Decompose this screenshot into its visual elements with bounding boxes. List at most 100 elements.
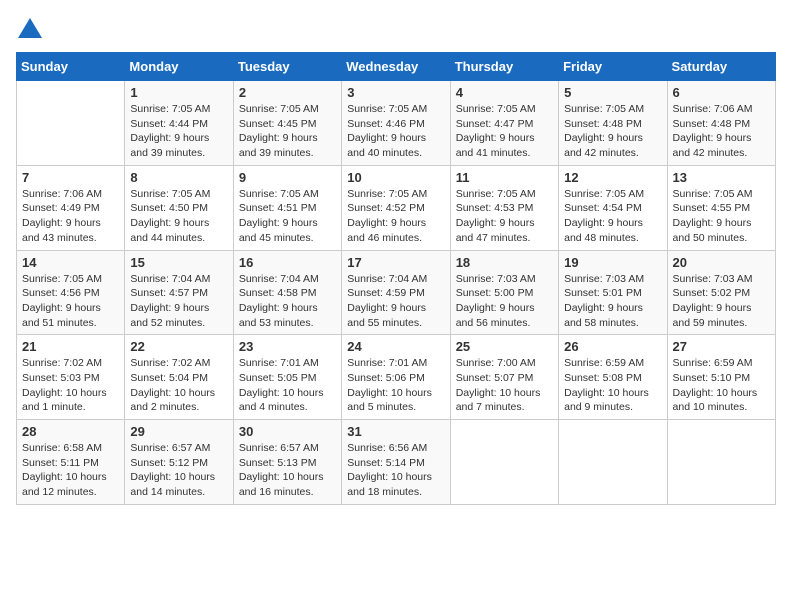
calendar-cell: 12Sunrise: 7:05 AMSunset: 4:54 PMDayligh…	[559, 165, 667, 250]
day-header-wednesday: Wednesday	[342, 53, 450, 81]
day-number: 28	[22, 424, 119, 439]
day-number: 29	[130, 424, 227, 439]
day-number: 9	[239, 170, 336, 185]
day-number: 14	[22, 255, 119, 270]
day-number: 5	[564, 85, 661, 100]
day-number: 25	[456, 339, 553, 354]
day-number: 26	[564, 339, 661, 354]
day-info: Sunrise: 7:05 AMSunset: 4:48 PMDaylight:…	[564, 102, 661, 161]
day-info: Sunrise: 7:01 AMSunset: 5:05 PMDaylight:…	[239, 356, 336, 415]
calendar-cell: 19Sunrise: 7:03 AMSunset: 5:01 PMDayligh…	[559, 250, 667, 335]
day-number: 30	[239, 424, 336, 439]
calendar-cell: 16Sunrise: 7:04 AMSunset: 4:58 PMDayligh…	[233, 250, 341, 335]
calendar-cell: 21 Sunrise: 7:02 AMSunset: 5:03 PMDayligh…	[17, 335, 125, 420]
calendar-cell: 24 Sunrise: 7:01 AMSunset: 5:06 PMDayligh…	[342, 335, 450, 420]
day-number: 31	[347, 424, 444, 439]
day-header-monday: Monday	[125, 53, 233, 81]
calendar-cell: 6 Sunrise: 7:06 AMSunset: 4:48 PMDaylight…	[667, 81, 775, 166]
calendar-cell: 14 Sunrise: 7:05 AMSunset: 4:56 PMDayligh…	[17, 250, 125, 335]
day-number: 10	[347, 170, 444, 185]
day-number: 18	[456, 255, 553, 270]
day-info: Sunrise: 7:05 AMSunset: 4:44 PMDaylight:…	[130, 102, 227, 161]
calendar-cell: 3 Sunrise: 7:05 AMSunset: 4:46 PMDaylight…	[342, 81, 450, 166]
calendar-cell: 31 Sunrise: 6:56 AMSunset: 5:14 PMDayligh…	[342, 420, 450, 505]
calendar-cell: 2Sunrise: 7:05 AMSunset: 4:45 PMDaylight…	[233, 81, 341, 166]
day-number: 3	[347, 85, 444, 100]
day-number: 7	[22, 170, 119, 185]
calendar-week-3: 14 Sunrise: 7:05 AMSunset: 4:56 PMDayligh…	[17, 250, 776, 335]
day-number: 24	[347, 339, 444, 354]
day-info: Sunrise: 6:59 AMSunset: 5:08 PMDaylight:…	[564, 356, 661, 415]
day-number: 2	[239, 85, 336, 100]
calendar-cell: 29 Sunrise: 6:57 AMSunset: 5:12 PMDayligh…	[125, 420, 233, 505]
day-info: Sunrise: 7:05 AMSunset: 4:55 PMDaylight:…	[673, 187, 770, 246]
calendar-cell: 13 Sunrise: 7:05 AMSunset: 4:55 PMDayligh…	[667, 165, 775, 250]
calendar-cell	[559, 420, 667, 505]
day-info: Sunrise: 6:58 AMSunset: 5:11 PMDaylight:…	[22, 441, 119, 500]
day-info: Sunrise: 7:04 AMSunset: 4:57 PMDaylight:…	[130, 272, 227, 331]
day-info: Sunrise: 7:06 AMSunset: 4:49 PMDaylight:…	[22, 187, 119, 246]
calendar-cell: 30 Sunrise: 6:57 AMSunset: 5:13 PMDayligh…	[233, 420, 341, 505]
calendar-body: 1 Sunrise: 7:05 AMSunset: 4:44 PMDaylight…	[17, 81, 776, 505]
calendar-cell: 8 Sunrise: 7:05 AMSunset: 4:50 PMDaylight…	[125, 165, 233, 250]
day-info: Sunrise: 7:05 AMSunset: 4:56 PMDaylight:…	[22, 272, 119, 331]
logo	[16, 16, 48, 44]
day-number: 27	[673, 339, 770, 354]
calendar-cell: 4Sunrise: 7:05 AMSunset: 4:47 PMDaylight…	[450, 81, 558, 166]
calendar-week-5: 28 Sunrise: 6:58 AMSunset: 5:11 PMDayligh…	[17, 420, 776, 505]
day-number: 1	[130, 85, 227, 100]
calendar-cell: 5 Sunrise: 7:05 AMSunset: 4:48 PMDaylight…	[559, 81, 667, 166]
day-number: 12	[564, 170, 661, 185]
day-number: 23	[239, 339, 336, 354]
calendar-cell: 7 Sunrise: 7:06 AMSunset: 4:49 PMDaylight…	[17, 165, 125, 250]
calendar-cell: 9 Sunrise: 7:05 AMSunset: 4:51 PMDaylight…	[233, 165, 341, 250]
calendar-cell: 1 Sunrise: 7:05 AMSunset: 4:44 PMDaylight…	[125, 81, 233, 166]
calendar-cell: 15 Sunrise: 7:04 AMSunset: 4:57 PMDayligh…	[125, 250, 233, 335]
day-info: Sunrise: 6:59 AMSunset: 5:10 PMDaylight:…	[673, 356, 770, 415]
calendar-cell: 27 Sunrise: 6:59 AMSunset: 5:10 PMDayligh…	[667, 335, 775, 420]
day-number: 11	[456, 170, 553, 185]
calendar-cell	[667, 420, 775, 505]
day-info: Sunrise: 7:04 AMSunset: 4:58 PMDaylight:…	[239, 272, 336, 331]
day-header-sunday: Sunday	[17, 53, 125, 81]
calendar-cell: 22Sunrise: 7:02 AMSunset: 5:04 PMDayligh…	[125, 335, 233, 420]
calendar-header-row: SundayMondayTuesdayWednesdayThursdayFrid…	[17, 53, 776, 81]
calendar-cell: 28 Sunrise: 6:58 AMSunset: 5:11 PMDayligh…	[17, 420, 125, 505]
day-number: 4	[456, 85, 553, 100]
day-number: 20	[673, 255, 770, 270]
day-info: Sunrise: 7:03 AMSunset: 5:02 PMDaylight:…	[673, 272, 770, 331]
day-info: Sunrise: 7:05 AMSunset: 4:53 PMDaylight:…	[456, 187, 553, 246]
calendar-table: SundayMondayTuesdayWednesdayThursdayFrid…	[16, 52, 776, 505]
day-number: 15	[130, 255, 227, 270]
day-info: Sunrise: 6:57 AMSunset: 5:12 PMDaylight:…	[130, 441, 227, 500]
day-header-thursday: Thursday	[450, 53, 558, 81]
day-header-saturday: Saturday	[667, 53, 775, 81]
day-number: 19	[564, 255, 661, 270]
calendar-cell: 20 Sunrise: 7:03 AMSunset: 5:02 PMDayligh…	[667, 250, 775, 335]
day-info: Sunrise: 6:57 AMSunset: 5:13 PMDaylight:…	[239, 441, 336, 500]
logo-icon	[16, 16, 44, 44]
day-number: 13	[673, 170, 770, 185]
day-info: Sunrise: 7:05 AMSunset: 4:50 PMDaylight:…	[130, 187, 227, 246]
calendar-cell: 17 Sunrise: 7:04 AMSunset: 4:59 PMDayligh…	[342, 250, 450, 335]
day-info: Sunrise: 7:05 AMSunset: 4:52 PMDaylight:…	[347, 187, 444, 246]
day-header-friday: Friday	[559, 53, 667, 81]
day-info: Sunrise: 7:05 AMSunset: 4:51 PMDaylight:…	[239, 187, 336, 246]
day-number: 8	[130, 170, 227, 185]
calendar-cell: 18Sunrise: 7:03 AMSunset: 5:00 PMDayligh…	[450, 250, 558, 335]
day-number: 17	[347, 255, 444, 270]
calendar-week-1: 1 Sunrise: 7:05 AMSunset: 4:44 PMDaylight…	[17, 81, 776, 166]
day-info: Sunrise: 7:04 AMSunset: 4:59 PMDaylight:…	[347, 272, 444, 331]
day-number: 21	[22, 339, 119, 354]
calendar-week-4: 21 Sunrise: 7:02 AMSunset: 5:03 PMDayligh…	[17, 335, 776, 420]
calendar-cell: 26 Sunrise: 6:59 AMSunset: 5:08 PMDayligh…	[559, 335, 667, 420]
day-info: Sunrise: 7:02 AMSunset: 5:03 PMDaylight:…	[22, 356, 119, 415]
day-info: Sunrise: 6:56 AMSunset: 5:14 PMDaylight:…	[347, 441, 444, 500]
day-info: Sunrise: 7:05 AMSunset: 4:46 PMDaylight:…	[347, 102, 444, 161]
day-info: Sunrise: 7:01 AMSunset: 5:06 PMDaylight:…	[347, 356, 444, 415]
calendar-cell	[17, 81, 125, 166]
calendar-cell: 10 Sunrise: 7:05 AMSunset: 4:52 PMDayligh…	[342, 165, 450, 250]
day-info: Sunrise: 7:06 AMSunset: 4:48 PMDaylight:…	[673, 102, 770, 161]
day-header-tuesday: Tuesday	[233, 53, 341, 81]
day-number: 6	[673, 85, 770, 100]
